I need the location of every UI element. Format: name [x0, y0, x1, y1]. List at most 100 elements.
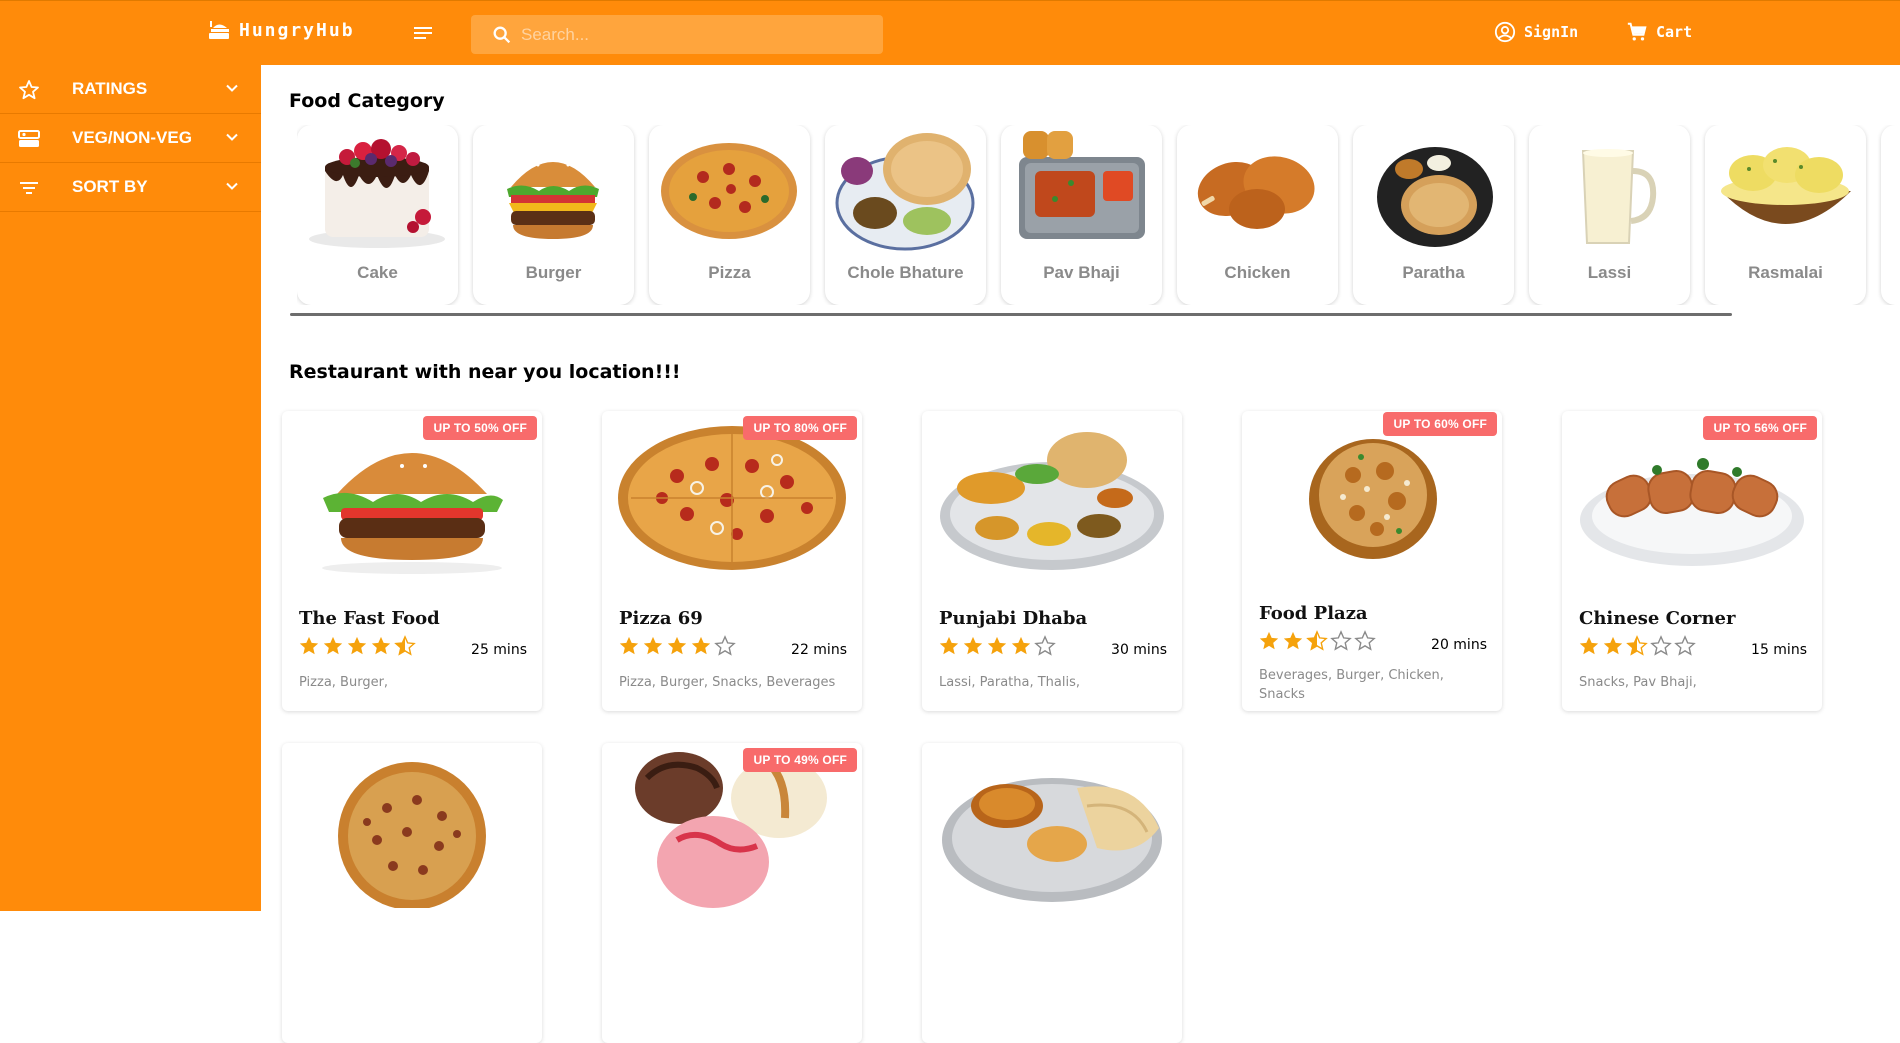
category-card-pizza[interactable]: Pizza — [649, 125, 810, 305]
delivery-time: 20 mins — [1431, 637, 1487, 653]
star-empty-icon — [714, 635, 736, 656]
discount-badge: UP TO 50% OFF — [423, 416, 537, 440]
rating-stars — [618, 635, 736, 657]
category-card-chicken[interactable]: Chicken — [1177, 125, 1338, 305]
food-category-title: Food Category — [289, 90, 445, 112]
category-card-lassi[interactable]: Lassi — [1529, 125, 1690, 305]
category-label: Chole Bhature — [847, 263, 964, 282]
thali-image — [942, 778, 1162, 902]
biryani-image — [1309, 439, 1437, 559]
discount-badge: UP TO 80% OFF — [743, 416, 857, 440]
cuisine-tags: Snacks, Pav Bhaji, — [1579, 675, 1697, 690]
rating-stars — [1578, 635, 1696, 657]
search-bar[interactable] — [471, 15, 883, 54]
rasmalai-image — [1721, 147, 1851, 224]
hamburger-menu-icon[interactable] — [412, 23, 434, 43]
restaurant-card-8[interactable] — [922, 743, 1182, 1043]
filter-ratings[interactable]: RATINGS — [0, 65, 261, 114]
chevron-down-icon — [226, 84, 238, 92]
filter-sort-by[interactable]: SORT BY — [0, 163, 261, 212]
delivery-time: 30 mins — [1111, 642, 1167, 658]
restaurant-card-food-plaza[interactable]: UP TO 60% OFF Food Plaza 20 mins Beverag… — [1242, 411, 1502, 711]
star-filled-icon — [963, 636, 983, 655]
account-circle-icon — [1494, 21, 1516, 43]
category-card-partial[interactable] — [1881, 125, 1900, 305]
star-filled-icon — [323, 636, 343, 655]
chevron-down-icon — [226, 133, 238, 141]
category-label: Cake — [357, 263, 398, 282]
cuisine-tags: Pizza, Burger, — [299, 675, 389, 690]
category-label: Pav Bhaji — [1043, 263, 1120, 282]
category-card-rasmalai[interactable]: Rasmalai — [1705, 125, 1866, 305]
star-empty-icon — [1650, 635, 1672, 656]
shopping-cart-icon — [1627, 22, 1647, 41]
category-card-burger[interactable]: Burger — [473, 125, 634, 305]
star-filled-icon — [1579, 636, 1599, 655]
restaurant-card-7[interactable]: UP TO 49% OFF — [602, 743, 862, 1043]
search-input[interactable] — [521, 24, 861, 45]
brand[interactable]: HungryHub — [207, 19, 355, 41]
category-card-paratha[interactable]: Paratha — [1353, 125, 1514, 305]
filter-sidebar: RATINGS VEG/NON-VEG SORT BY — [0, 65, 261, 911]
category-card-chole-bhature[interactable]: Chole Bhature — [825, 125, 986, 305]
category-label: Pizza — [708, 263, 751, 282]
filter-sort-label: SORT BY — [72, 177, 148, 196]
filter-ratings-label: RATINGS — [72, 79, 148, 98]
pizza-image — [618, 426, 846, 570]
signin-button[interactable]: SignIn — [1494, 21, 1578, 43]
sort-icon — [20, 182, 38, 194]
category-card-pav-bhaji[interactable]: Pav Bhaji — [1001, 125, 1162, 305]
lassi-image — [1581, 149, 1657, 244]
cart-button[interactable]: Cart — [1626, 21, 1692, 43]
cake-image — [309, 139, 445, 248]
star-filled-icon — [619, 636, 639, 655]
star-filled-icon — [1603, 636, 1623, 655]
delivery-time: 25 mins — [471, 642, 527, 658]
category-scrollbar[interactable] — [290, 313, 1732, 316]
filter-veg-nonveg[interactable]: VEG/NON-VEG — [0, 114, 261, 163]
top-header: HungryHub SignIn Cart — [0, 0, 1900, 65]
star-filled-icon — [347, 636, 367, 655]
pav-bhaji-image — [1019, 131, 1145, 239]
burger-image — [322, 442, 503, 574]
star-empty-icon — [1354, 630, 1376, 651]
rating-stars — [938, 635, 1056, 657]
category-label: Burger — [525, 263, 582, 282]
restaurant-card-6[interactable] — [282, 743, 542, 1043]
category-card-cake[interactable]: Cake — [297, 125, 458, 305]
delivery-time: 15 mins — [1751, 642, 1807, 658]
star-filled-icon — [1283, 631, 1303, 650]
chicken-image — [1197, 156, 1315, 229]
brand-name: HungryHub — [239, 19, 355, 41]
discount-badge: UP TO 56% OFF — [1703, 416, 1817, 440]
ice-cream-image — [635, 752, 827, 908]
star-filled-icon — [371, 636, 391, 655]
search-icon — [493, 26, 511, 43]
chevron-down-icon — [226, 182, 238, 190]
delivery-time: 22 mins — [791, 642, 847, 658]
restaurant-card-chinese-corner[interactable]: UP TO 56% OFF Chinese Corner 15 mins Sna… — [1562, 411, 1822, 711]
category-carousel[interactable]: Cake Burger Pizza Chole Bhature Pav Bhaj… — [297, 125, 1900, 305]
rating-stars — [1258, 630, 1376, 652]
signin-label: SignIn — [1524, 23, 1579, 41]
paratha-image — [1377, 147, 1493, 247]
cart-label: Cart — [1656, 23, 1693, 41]
restaurant-card-punjabi-dhaba[interactable]: Punjabi Dhaba 30 mins Lassi, Paratha, Th… — [922, 411, 1182, 711]
category-label: Rasmalai — [1748, 263, 1823, 282]
category-label: Chicken — [1224, 263, 1291, 282]
star-outline-icon — [19, 80, 39, 100]
category-label: Lassi — [1587, 263, 1632, 282]
cuisine-tags: Lassi, Paratha, Thalis, — [939, 675, 1081, 690]
restaurant-card-the-fast-food[interactable]: UP TO 50% OFF The Fast Food 25 mins Pizz… — [282, 411, 542, 711]
restaurant-name: Chinese Corner — [1579, 608, 1736, 629]
star-empty-icon — [1674, 635, 1696, 656]
pizza-image — [338, 762, 486, 908]
star-filled-icon — [643, 636, 663, 655]
spring-rolls-image — [1580, 458, 1804, 566]
star-empty-icon — [1034, 635, 1056, 656]
thali-image — [940, 432, 1164, 570]
cuisine-tags: Beverages, Burger, Chicken, Snacks — [1259, 668, 1444, 702]
burger-image — [507, 157, 599, 239]
restaurant-card-pizza-69[interactable]: UP TO 80% OFF Pizza 69 22 mins Pizza, Bu… — [602, 411, 862, 711]
star-filled-icon — [1259, 631, 1279, 650]
